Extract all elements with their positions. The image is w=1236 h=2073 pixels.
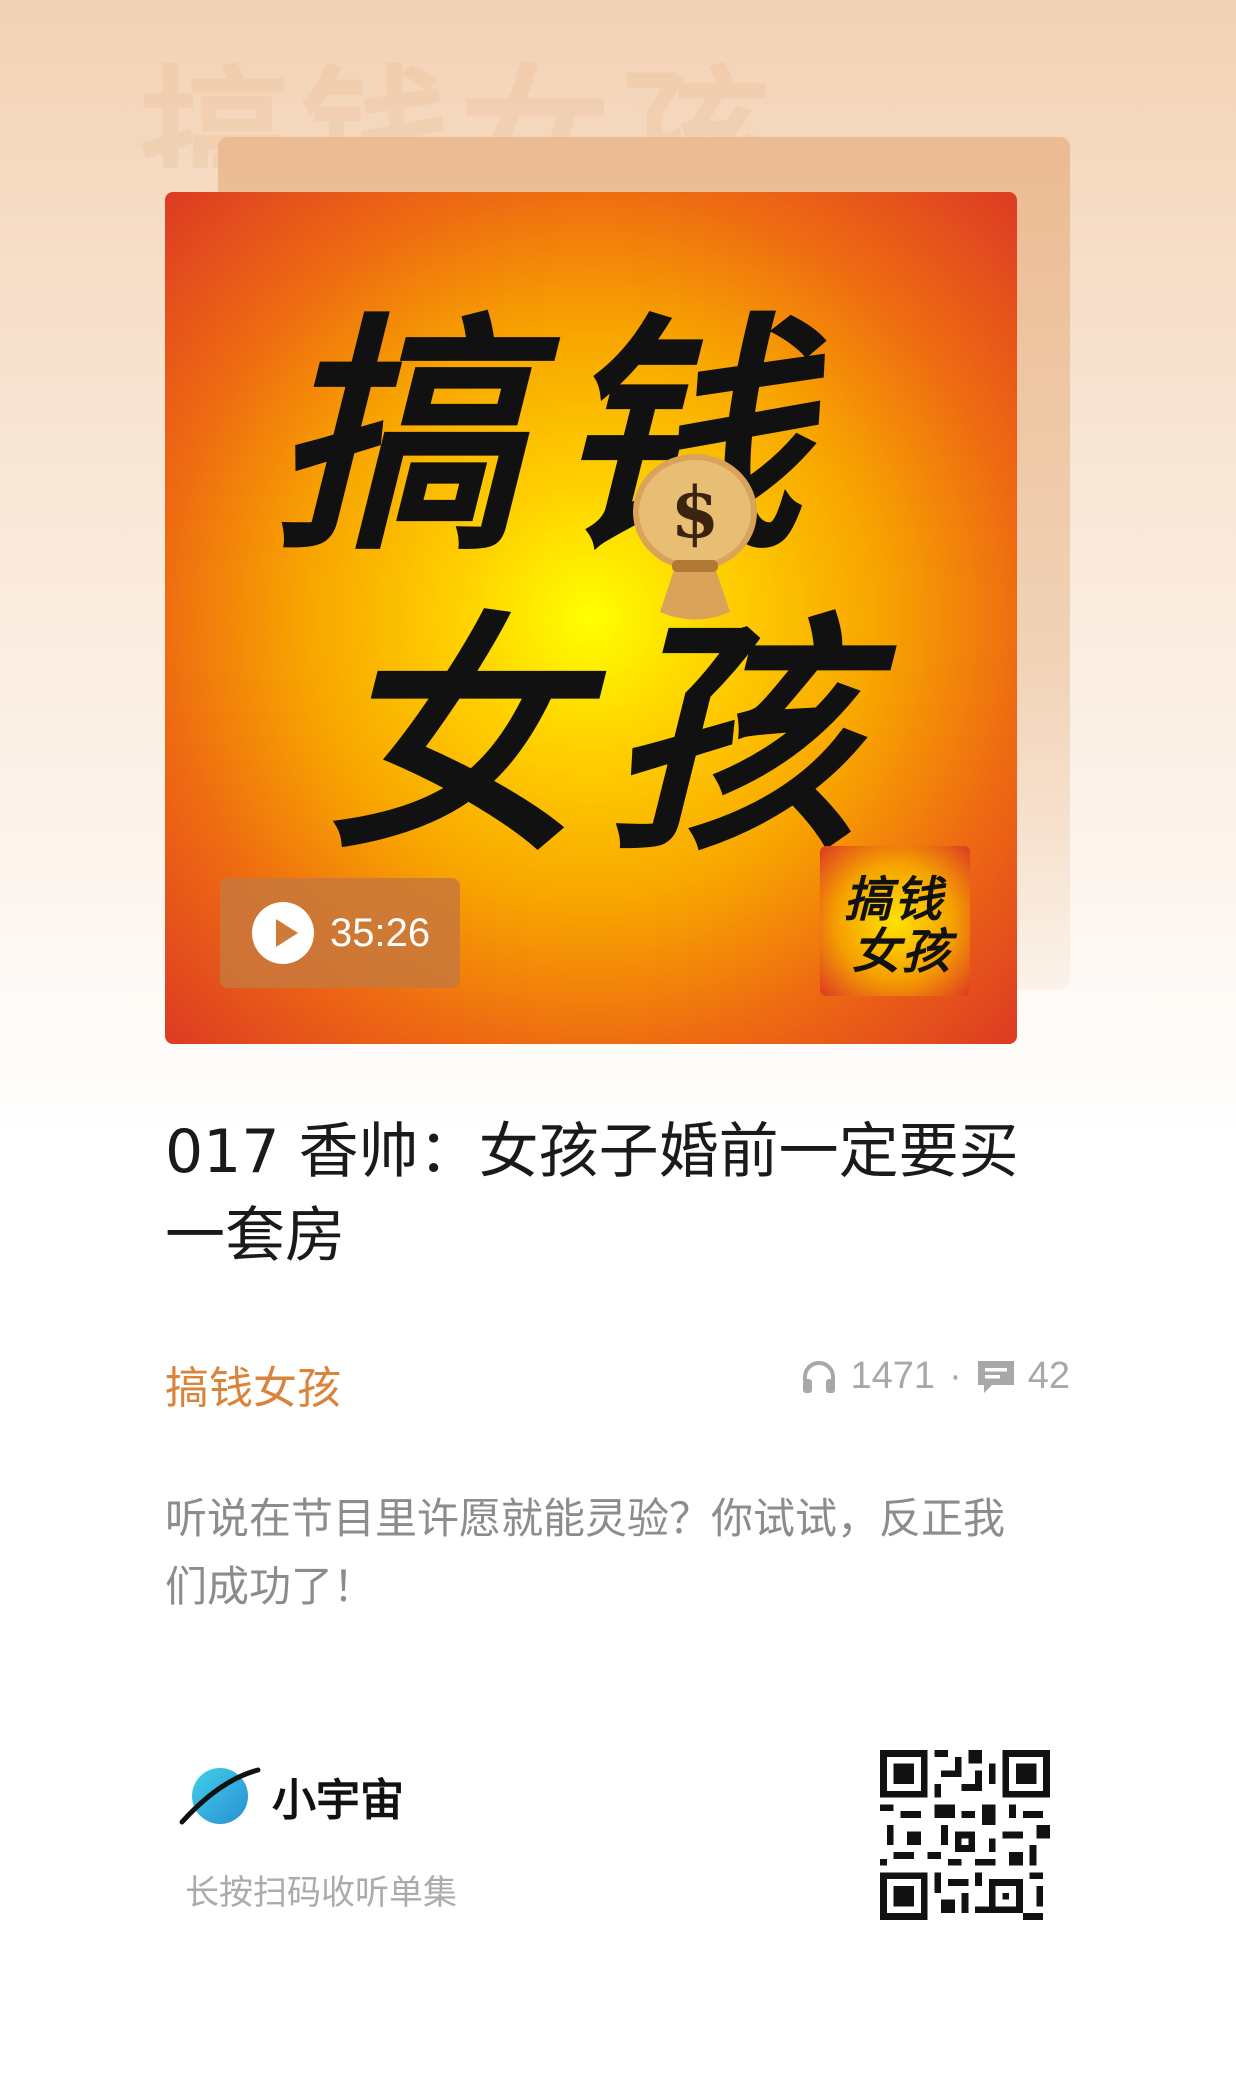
- podcast-name-link[interactable]: 搞钱女孩: [165, 1352, 341, 1416]
- brand-logo: 小宇宙: [178, 1760, 404, 1832]
- comment-count: 42: [1027, 1355, 1070, 1397]
- scan-hint: 长按扫码收听单集: [185, 1873, 457, 1913]
- play-icon: [252, 902, 314, 964]
- episode-cover[interactable]: 搞钱 女孩 $ 35:26 搞钱 女孩: [165, 192, 1017, 1044]
- brand-name: 小宇宙: [272, 1775, 404, 1826]
- cover-title-line1: 搞钱: [258, 290, 892, 584]
- episode-description: 听说在节目里许愿就能灵验？你试试，反正我们成功了！: [165, 1494, 1006, 1611]
- mini-logo-line1: 搞钱: [841, 872, 955, 928]
- episode-title: 017 香帅：女孩子婚前一定要买一套房: [165, 1117, 1019, 1271]
- stats-separator: ·: [949, 1355, 962, 1397]
- svg-text:$: $: [671, 471, 720, 554]
- play-count: 1471: [850, 1355, 936, 1397]
- qr-code[interactable]: [880, 1750, 1050, 1920]
- mini-logo-line2: 女孩: [849, 924, 963, 980]
- money-bag-icon: $: [633, 454, 757, 620]
- planet-logo-icon: [179, 1767, 261, 1825]
- episode-duration: 35:26: [330, 910, 431, 955]
- play-button[interactable]: 35:26: [220, 878, 460, 988]
- cover-title-line2: 女孩: [313, 590, 947, 884]
- headphones-icon: [802, 1360, 835, 1393]
- comment-icon: [977, 1360, 1014, 1393]
- podcast-mini-logo: 搞钱 女孩: [820, 846, 970, 996]
- episode-stats: 1471 · 42: [799, 1355, 1070, 1398]
